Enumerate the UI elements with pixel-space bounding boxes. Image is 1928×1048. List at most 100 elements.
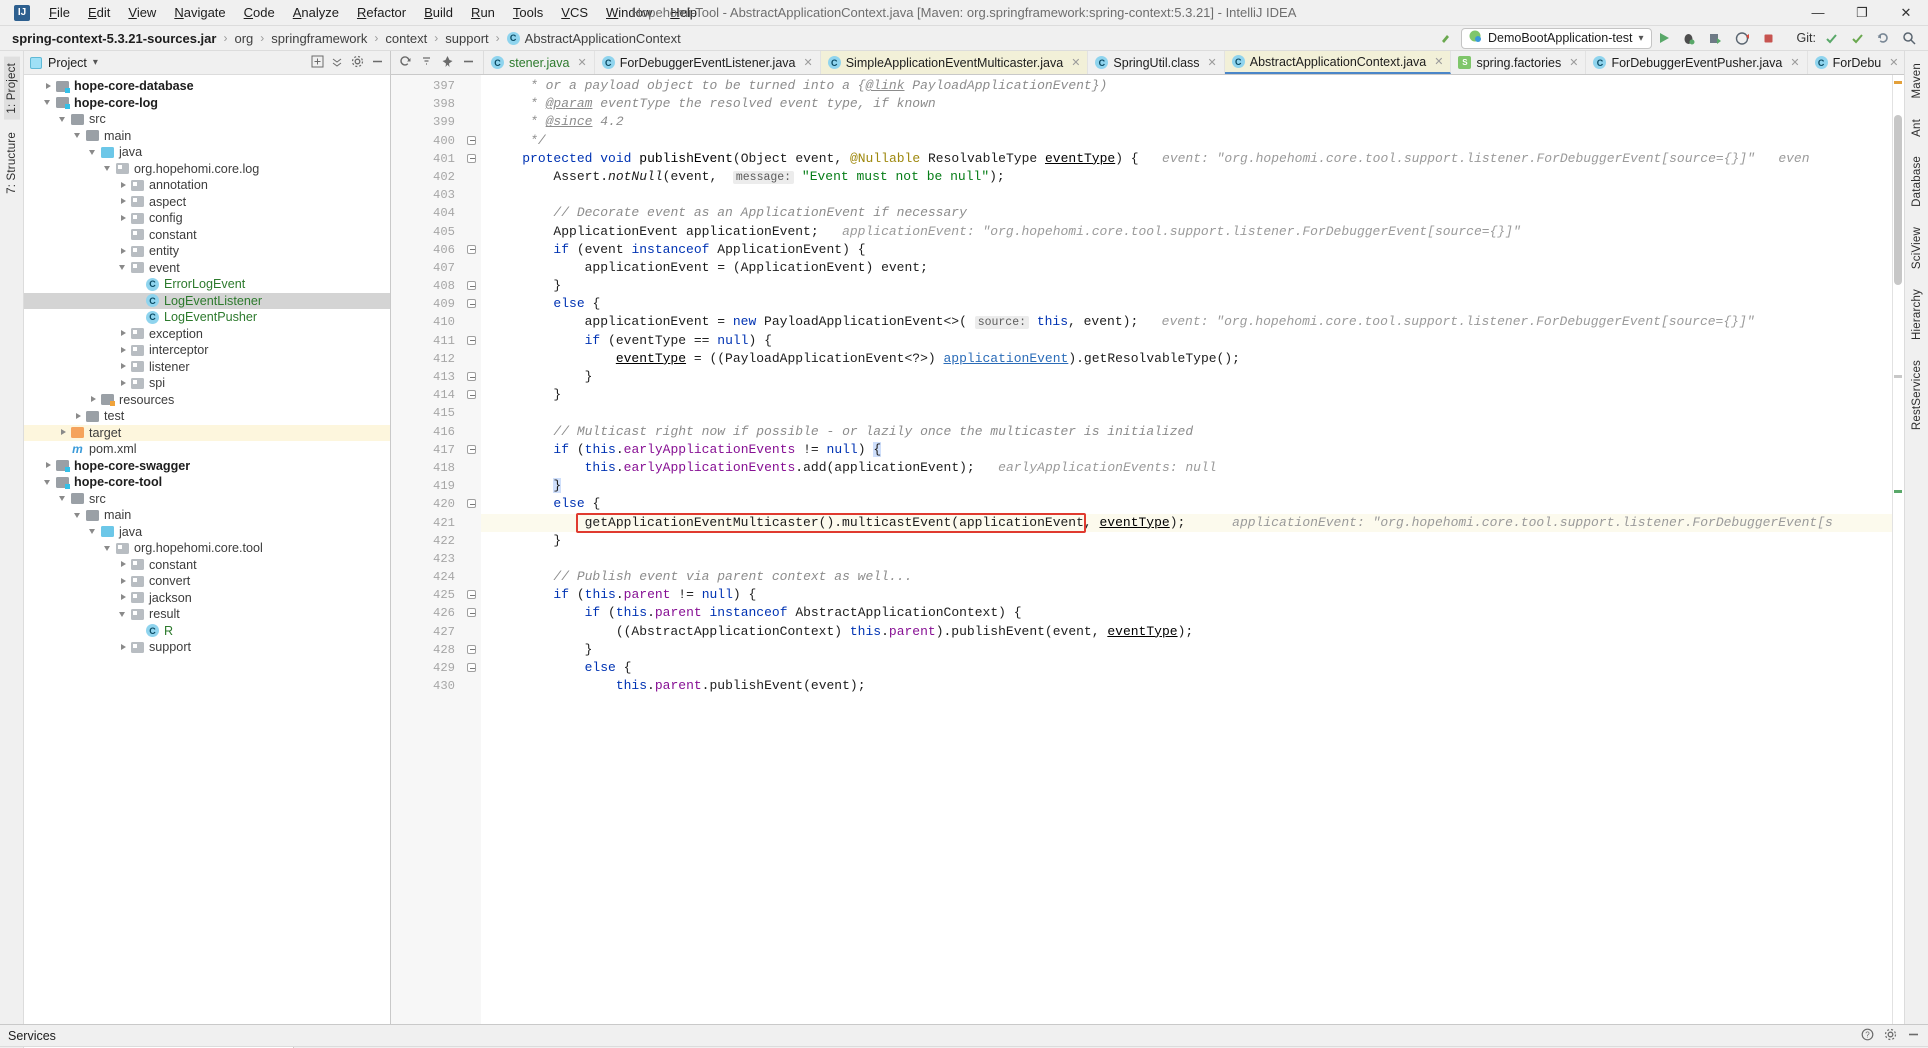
code-line-405[interactable]: ApplicationEvent applicationEvent; appli… <box>481 223 1904 241</box>
code-line-424[interactable]: // Publish event via parent context as w… <box>481 568 1904 586</box>
close-icon[interactable]: ✕ <box>804 56 813 69</box>
collapse-arrow-icon[interactable] <box>43 477 54 488</box>
tree-node-config[interactable]: config <box>24 210 390 227</box>
menu-refactor[interactable]: Refactor <box>348 2 415 23</box>
expand-arrow-icon[interactable] <box>118 213 129 224</box>
close-icon[interactable]: ✕ <box>1790 56 1799 69</box>
tree-node-convert[interactable]: convert <box>24 573 390 590</box>
minimize-button[interactable]: — <box>1796 0 1840 26</box>
stop-button[interactable] <box>1758 28 1779 49</box>
code-line-398[interactable]: * @param eventType the resolved event ty… <box>481 95 1904 113</box>
code-line-399[interactable]: * @since 4.2 <box>481 113 1904 131</box>
close-button[interactable]: ✕ <box>1884 0 1928 26</box>
tree-node-hope-core-tool[interactable]: hope-core-tool <box>24 474 390 491</box>
fold-marker-icon[interactable] <box>467 663 476 672</box>
tree-node-hope-core-log[interactable]: hope-core-log <box>24 95 390 112</box>
sidebar-item-structure[interactable]: 7: Structure <box>4 126 20 200</box>
collapse-arrow-icon[interactable] <box>103 163 114 174</box>
tree-node-errorlogevent[interactable]: C ErrorLogEvent <box>24 276 390 293</box>
help-icon[interactable]: ? <box>1861 1028 1874 1044</box>
code-line-409[interactable]: else { <box>481 295 1904 313</box>
expand-arrow-icon[interactable] <box>118 328 129 339</box>
search-everywhere-icon[interactable] <box>1898 28 1920 49</box>
editor-tab-fordebuggereventpusher-java[interactable]: C ForDebuggerEventPusher.java ✕ <box>1586 51 1808 74</box>
menu-run[interactable]: Run <box>462 2 504 23</box>
fold-marker-icon[interactable] <box>467 335 476 345</box>
tree-node-java[interactable]: java <box>24 144 390 161</box>
code-line-415[interactable] <box>481 404 1904 422</box>
menu-view[interactable]: View <box>119 2 165 23</box>
fold-marker-icon[interactable] <box>467 299 476 309</box>
fold-marker-slot[interactable] <box>463 568 481 586</box>
fold-marker-slot[interactable] <box>463 332 481 350</box>
fold-marker-slot[interactable] <box>463 514 481 532</box>
sort-icon[interactable] <box>420 55 433 71</box>
close-icon[interactable]: ✕ <box>1208 56 1217 69</box>
code-line-413[interactable]: } <box>481 368 1904 386</box>
fold-marker-slot[interactable] <box>463 295 481 313</box>
tree-node-main[interactable]: main <box>24 507 390 524</box>
fold-marker-slot[interactable] <box>463 113 481 131</box>
tree-node-main[interactable]: main <box>24 128 390 145</box>
tree-node-constant[interactable]: constant <box>24 227 390 244</box>
tree-node-listener[interactable]: listener <box>24 359 390 376</box>
expand-arrow-icon[interactable] <box>118 559 129 570</box>
collapse-arrow-icon[interactable] <box>88 526 99 537</box>
menu-vcs[interactable]: VCS <box>552 2 597 23</box>
code-line-400[interactable]: */ <box>481 132 1904 150</box>
run-button[interactable] <box>1656 28 1673 49</box>
code-line-412[interactable]: eventType = ((PayloadApplicationEvent<?>… <box>481 350 1904 368</box>
code-line-411[interactable]: if (eventType == null) { <box>481 332 1904 350</box>
fold-marker-slot[interactable] <box>463 313 481 331</box>
hide-panel-icon[interactable] <box>462 55 475 71</box>
code-line-397[interactable]: * or a payload object to be turned into … <box>481 77 1904 95</box>
expand-arrow-icon[interactable] <box>58 427 69 438</box>
tree-node-test[interactable]: test <box>24 408 390 425</box>
gear-icon[interactable] <box>1884 1028 1897 1044</box>
code-line-401[interactable]: protected void publishEvent(Object event… <box>481 150 1904 168</box>
project-tree[interactable]: hope-core-database hope-core-log src main ja… <box>24 75 390 1024</box>
code-editor[interactable]: 397 398 399 400 401 402 403 404 405 406 407 408 409 4… <box>391 75 1904 1024</box>
code-line-407[interactable]: applicationEvent = (ApplicationEvent) ev… <box>481 259 1904 277</box>
menu-file[interactable]: File <box>40 2 79 23</box>
expand-arrow-icon[interactable] <box>88 394 99 405</box>
tree-node-aspect[interactable]: aspect <box>24 194 390 211</box>
breadcrumb-item-5[interactable]: C AbstractApplicationContext <box>506 31 681 46</box>
fold-marker-slot[interactable] <box>463 586 481 604</box>
breadcrumb-item-0[interactable]: spring-context-5.3.21-sources.jar <box>12 31 216 46</box>
run-configuration-selector[interactable]: DemoBootApplication-test ▾ <box>1460 27 1652 49</box>
expand-all-icon[interactable] <box>311 55 324 71</box>
code-line-408[interactable]: } <box>481 277 1904 295</box>
expand-arrow-icon[interactable] <box>118 345 129 356</box>
fold-marker-slot[interactable] <box>463 186 481 204</box>
expand-arrow-icon[interactable] <box>43 81 54 92</box>
tree-node-logeventlistener[interactable]: C LogEventListener <box>24 292 390 309</box>
collapse-arrow-icon[interactable] <box>103 543 114 554</box>
code-line-403[interactable] <box>481 186 1904 204</box>
chevron-down-icon[interactable]: ▾ <box>93 57 98 68</box>
code-line-406[interactable]: if (event instanceof ApplicationEvent) { <box>481 241 1904 259</box>
editor-tab-fordebuggereventlistener-java[interactable]: C ForDebuggerEventListener.java ✕ <box>595 51 821 74</box>
right-tab-database[interactable]: Database <box>1909 150 1925 213</box>
fold-marker-slot[interactable] <box>463 350 481 368</box>
editor-tab-abstractapplicationcontext-java[interactable]: C AbstractApplicationContext.java ✕ <box>1224 51 1452 74</box>
editor-tab-simpleapplicationeventmulticaster-java[interactable]: C SimpleApplicationEventMulticaster.java ✕ <box>820 51 1089 74</box>
code-line-418[interactable]: this.earlyApplicationEvents.add(applicat… <box>481 459 1904 477</box>
fold-marker-slot[interactable] <box>463 532 481 550</box>
hide-icon[interactable] <box>371 55 384 71</box>
right-tab-restservices[interactable]: RestServices <box>1909 354 1925 436</box>
code-lines[interactable]: * or a payload object to be turned into … <box>481 75 1904 1024</box>
code-line-423[interactable] <box>481 550 1904 568</box>
tree-node-org-hopehomi-core-tool[interactable]: org.hopehomi.core.tool <box>24 540 390 557</box>
tree-node-support[interactable]: support <box>24 639 390 656</box>
code-line-419[interactable]: } <box>481 477 1904 495</box>
tree-node-resources[interactable]: resources <box>24 392 390 409</box>
fold-marker-slot[interactable] <box>463 550 481 568</box>
refresh-icon[interactable] <box>399 55 412 71</box>
expand-arrow-icon[interactable] <box>118 642 129 653</box>
expand-arrow-icon[interactable] <box>43 460 54 471</box>
code-line-426[interactable]: if (this.parent instanceof AbstractAppli… <box>481 604 1904 622</box>
code-line-421[interactable]: getApplicationEventMulticaster().multica… <box>481 513 1904 532</box>
collapse-arrow-icon[interactable] <box>73 130 84 141</box>
fold-marker-icon[interactable] <box>467 499 476 509</box>
